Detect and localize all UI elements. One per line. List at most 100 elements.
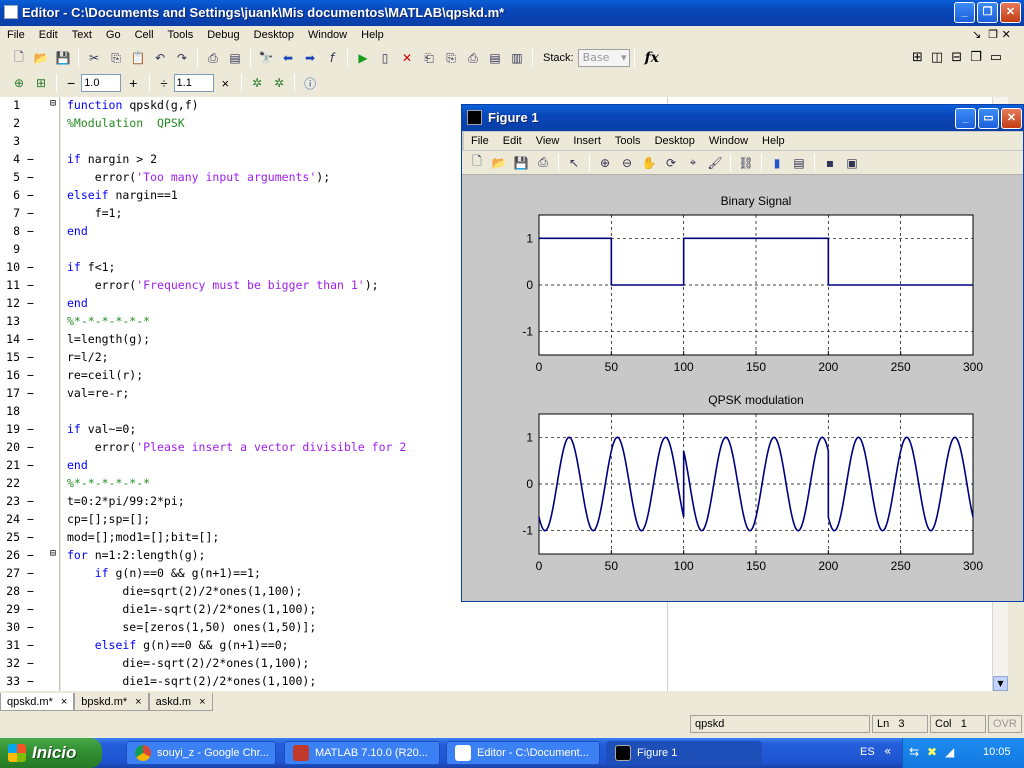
minimize-button[interactable]: _	[954, 2, 975, 23]
breakpoint-marker[interactable]: −	[27, 656, 34, 670]
code-line[interactable]: if f<1;	[67, 260, 115, 274]
breakpoint-marker[interactable]: −	[27, 278, 34, 292]
breakpoint-marker[interactable]: −	[27, 350, 34, 364]
code-line[interactable]: end	[67, 296, 88, 310]
show-cell-titles-icon[interactable]: ✲	[246, 73, 268, 93]
breakpoint-marker[interactable]: −	[27, 386, 34, 400]
restore-button[interactable]: ❐	[977, 2, 998, 23]
code-line[interactable]: cp=[];sp=[];	[67, 512, 150, 526]
editor-menu-help[interactable]: Help	[354, 26, 391, 44]
tab-close-icon[interactable]: ×	[61, 696, 67, 708]
editor-menu-tools[interactable]: Tools	[161, 26, 201, 44]
editor-menu-text[interactable]: Text	[65, 26, 99, 44]
increment-button[interactable]: +	[129, 75, 137, 91]
figure-minimize-button[interactable]: _	[955, 108, 976, 129]
code-line[interactable]: %Modulation QPSK	[67, 116, 185, 130]
set-breakpoint-icon[interactable]: ▯	[374, 48, 396, 68]
maximize-icon[interactable]: ▭	[990, 50, 1002, 65]
figure-menu-tools[interactable]: Tools	[608, 132, 648, 150]
editor-menu-cell[interactable]: Cell	[128, 26, 161, 44]
figure-canvas[interactable]: 0 50 100 150 200 250 30010-1Binary Signal0 50 10…	[462, 176, 1023, 602]
help-icon[interactable]: ⓘ	[299, 73, 321, 93]
code-line[interactable]: r=l/2;	[67, 350, 109, 364]
run-icon[interactable]: ▶	[352, 48, 374, 68]
multiply-button[interactable]: ×	[222, 76, 230, 91]
close-doc-icon[interactable]: ✕	[1002, 28, 1011, 41]
figure-menu-insert[interactable]: Insert	[566, 132, 608, 150]
tab-bpskd-m-[interactable]: bpskd.m* ×	[74, 693, 149, 711]
hide-plot-tools-icon[interactable]: ▪	[819, 153, 841, 173]
fig-save-icon[interactable]: 💾	[510, 153, 532, 173]
fold-toggle-icon[interactable]: ⊟	[50, 98, 56, 109]
code-line[interactable]: die=sqrt(2)/2*ones(1,100);	[67, 584, 302, 598]
breakpoint-marker[interactable]: −	[27, 260, 34, 274]
editor-title-bar[interactable]: Editor - C:\Documents and Settings\juank…	[0, 0, 1024, 26]
code-line[interactable]: %*-*-*-*-*-*	[67, 476, 150, 490]
figure-title-bar[interactable]: Figure 1 _ ▭ ✕	[462, 105, 1023, 131]
code-line[interactable]: end	[67, 458, 88, 472]
figure-maximize-button[interactable]: ▭	[978, 108, 999, 129]
fold-toggle-icon[interactable]: ⊟	[50, 548, 56, 559]
undo-icon[interactable]: ↶	[149, 48, 171, 68]
redo-icon[interactable]: ↷	[171, 48, 193, 68]
code-line[interactable]: die1=-sqrt(2)/2*ones(1,100);	[67, 602, 316, 616]
cell-value-2[interactable]	[173, 74, 214, 92]
tab-askd-m[interactable]: askd.m ×	[148, 693, 213, 711]
hide-cell-titles-icon[interactable]: ✲	[268, 73, 290, 93]
left-right-icon[interactable]: ◫	[931, 50, 943, 65]
cut-icon[interactable]: ✂	[83, 48, 105, 68]
code-line[interactable]: end	[67, 224, 88, 238]
code-line[interactable]: die=-sqrt(2)/2*ones(1,100);	[67, 656, 309, 670]
brush-icon[interactable]: 🖌	[704, 153, 726, 173]
editor-menu-edit[interactable]: Edit	[32, 26, 65, 44]
figure-menu-view[interactable]: View	[529, 132, 567, 150]
task-figure[interactable]: Figure 1	[606, 741, 762, 765]
pan-hand-icon[interactable]: ✋	[638, 153, 660, 173]
zoom-in-icon[interactable]: ⊕	[594, 153, 616, 173]
undock-icon[interactable]: ↘	[972, 28, 981, 41]
link-plot-icon[interactable]: ⛓	[735, 153, 757, 173]
fig-new-icon[interactable]: 🗋	[466, 153, 488, 173]
breakpoint-marker[interactable]: −	[27, 674, 34, 688]
figure-close-button[interactable]: ✕	[1001, 108, 1022, 129]
breakpoint-marker[interactable]: −	[27, 494, 34, 508]
eval-cell-icon[interactable]: ⊞	[30, 73, 52, 93]
breakpoint-marker[interactable]: −	[27, 512, 34, 526]
fig-print-icon[interactable]: ⎙	[532, 153, 554, 173]
code-line[interactable]: if g(n)==0 && g(n+1)==1;	[67, 566, 261, 580]
code-line[interactable]: elseif nargin==1	[67, 188, 178, 202]
fig-open-icon[interactable]: 📂	[488, 153, 510, 173]
colorbar-icon[interactable]: ▮	[766, 153, 788, 173]
continue-icon[interactable]: ▤	[484, 48, 506, 68]
cell-value-1[interactable]	[81, 74, 122, 92]
legend-icon[interactable]: ▤	[788, 153, 810, 173]
code-line[interactable]: die1=-sqrt(2)/2*ones(1,100);	[67, 674, 316, 688]
code-line[interactable]: l=length(g);	[67, 332, 150, 346]
publish-icon[interactable]: ▤	[224, 48, 246, 68]
breakpoint-marker[interactable]: −	[27, 188, 34, 202]
insert-cell-icon[interactable]: ⊕	[8, 73, 30, 93]
task-editor[interactable]: Editor - C:\Document...	[446, 741, 600, 765]
forward-icon[interactable]: ➡	[299, 48, 321, 68]
edit-plot-arrow-icon[interactable]: ↖	[563, 153, 585, 173]
back-icon[interactable]: ⬅	[277, 48, 299, 68]
breakpoint-marker[interactable]: −	[27, 440, 34, 454]
code-line[interactable]: for n=1:2:length(g);	[67, 548, 205, 562]
function-browser-icon[interactable]: f	[321, 48, 343, 68]
editor-menu-go[interactable]: Go	[99, 26, 128, 44]
figure-menu-desktop[interactable]: Desktop	[648, 132, 702, 150]
data-cursor-icon[interactable]: ⌖	[682, 153, 704, 173]
breakpoint-marker[interactable]: −	[27, 584, 34, 598]
volume-icon[interactable]: ◢	[945, 745, 954, 759]
line-number-gutter[interactable]: 1 ⊟ 2 3 4−5−6−7−8−9 10−11−12−13 14−15−16−17−18…	[0, 97, 60, 691]
breakpoint-marker[interactable]: −	[27, 602, 34, 616]
restore-doc-icon[interactable]: ❐	[988, 28, 998, 41]
breakpoint-marker[interactable]: −	[27, 620, 34, 634]
editor-menu-desktop[interactable]: Desktop	[247, 26, 301, 44]
code-line[interactable]: function qpskd(g,f)	[67, 98, 199, 112]
stack-select[interactable]: Base ▾	[577, 49, 630, 67]
code-line[interactable]: f=1;	[67, 206, 123, 220]
figure-menu-window[interactable]: Window	[702, 132, 755, 150]
breakpoint-marker[interactable]: −	[27, 530, 34, 544]
breakpoint-marker[interactable]: −	[27, 368, 34, 382]
